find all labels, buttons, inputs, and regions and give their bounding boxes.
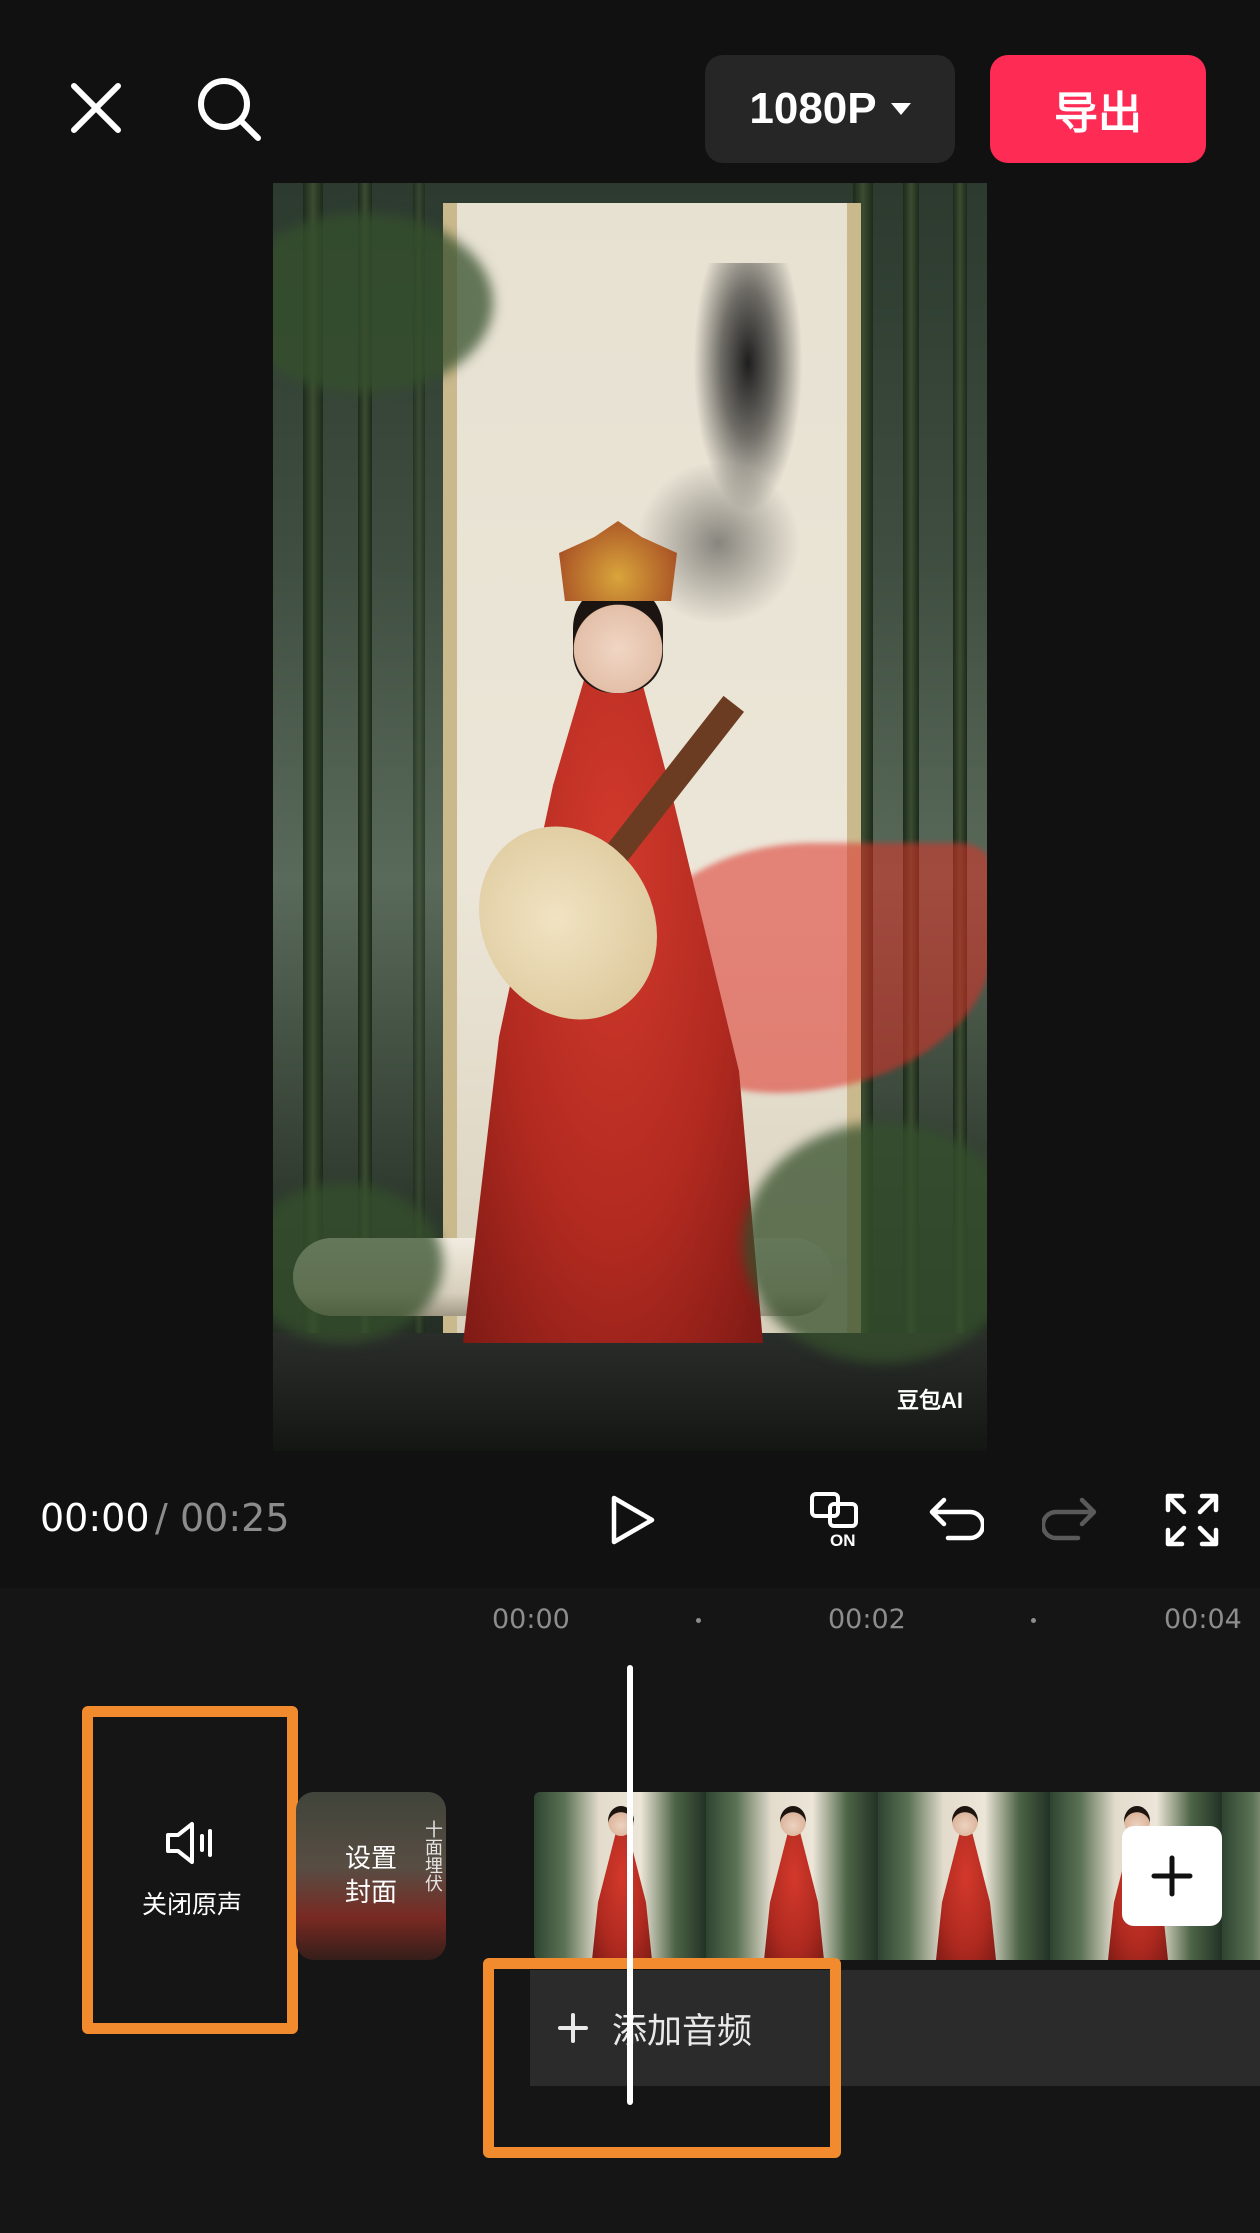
clip-frame <box>534 1792 706 1960</box>
add-clip-button[interactable] <box>1122 1826 1222 1926</box>
current-time: 00:00 <box>40 1496 150 1540</box>
chevron-down-icon <box>890 103 911 115</box>
ruler-dot <box>696 1618 701 1623</box>
watermark: 豆包AI <box>896 1388 963 1413</box>
cover-label-line2: 封面 <box>344 1878 397 1908</box>
cover-side-text: 十面埋伏 <box>422 1820 443 1892</box>
export-button[interactable]: 导出 <box>990 55 1206 163</box>
highlight-box-mute <box>82 1706 298 2034</box>
fullscreen-icon[interactable] <box>1162 1490 1222 1550</box>
close-icon[interactable] <box>60 72 132 144</box>
highlight-box-add-audio <box>483 1958 841 2158</box>
video-preview[interactable]: 豆包AI <box>273 183 987 1451</box>
plus-icon <box>1151 1855 1193 1897</box>
clip-frame <box>878 1792 1050 1960</box>
play-icon[interactable] <box>602 1490 662 1550</box>
svg-text:ON: ON <box>830 1531 856 1550</box>
ruler-label: 00:04 <box>1164 1604 1242 1635</box>
clip-frame <box>1222 1792 1260 1960</box>
undo-icon[interactable] <box>924 1490 986 1550</box>
total-duration: 00:25 <box>180 1496 290 1540</box>
resolution-dropdown[interactable]: 1080P <box>705 55 955 163</box>
playhead[interactable] <box>627 1665 633 2105</box>
clip-frame <box>706 1792 878 1960</box>
cover-label-line1: 设置 <box>344 1844 397 1874</box>
ruler-label: 00:02 <box>828 1604 906 1635</box>
ruler-dot <box>1031 1618 1036 1623</box>
ruler-label: 00:00 <box>492 1604 570 1635</box>
search-icon[interactable] <box>192 72 264 144</box>
redo-icon[interactable] <box>1040 1490 1102 1550</box>
export-label: 导出 <box>1054 88 1142 139</box>
original-sound-on-icon[interactable]: ON <box>808 1490 874 1550</box>
resolution-label: 1080P <box>749 84 877 133</box>
time-separator: / <box>155 1496 168 1540</box>
